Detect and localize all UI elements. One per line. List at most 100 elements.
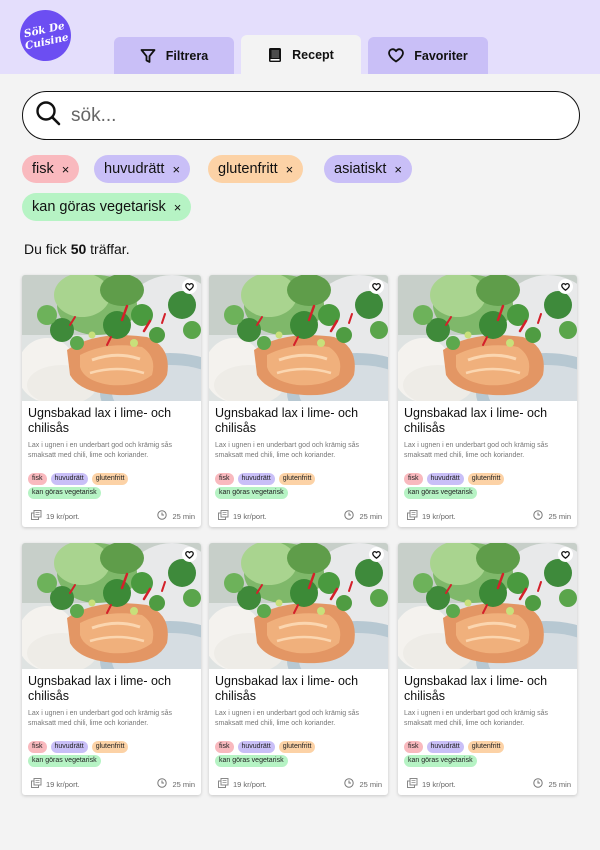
recipe-title[interactable]: Ugnsbakad lax i lime- och chilisås (404, 674, 572, 704)
recipe-card[interactable]: Ugnsbakad lax i lime- och chilisås Lax i… (22, 543, 201, 795)
favorite-heart-icon[interactable] (182, 547, 197, 562)
clock-icon (344, 510, 355, 522)
logo[interactable]: Sök De Cuisine (15, 5, 76, 66)
tag-vegetarisk: kan göras vegetarisk (215, 755, 288, 767)
recipe-image (398, 275, 577, 401)
tag-vegetarisk: kan göras vegetarisk (404, 487, 477, 499)
recipe-price: 19 kr/port. (218, 510, 267, 522)
header-bar: Sök De Cuisine Filtrera Recept Favoriter (0, 0, 600, 74)
recipe-tags-row-2: kan göras vegetarisk (215, 755, 288, 767)
tab-recipes[interactable]: Recept (241, 35, 361, 74)
recipe-title[interactable]: Ugnsbakad lax i lime- och chilisås (28, 674, 196, 704)
recipe-tags: fisk huvudrätt glutenfritt (28, 473, 129, 485)
price-icon (31, 510, 42, 522)
recipe-price-text: 19 kr/port. (46, 511, 80, 521)
tab-favorites[interactable]: Favoriter (368, 37, 488, 74)
recipe-card[interactable]: Ugnsbakad lax i lime- och chilisås Lax i… (209, 543, 388, 795)
tag-huvudratt: huvudrätt (50, 473, 88, 485)
search-bar (22, 91, 580, 140)
recipe-card[interactable]: Ugnsbakad lax i lime- och chilisås Lax i… (398, 543, 577, 795)
recipe-time: 25 min (533, 510, 571, 522)
remove-filter-icon[interactable]: × (394, 162, 402, 177)
favorite-heart-icon[interactable] (369, 547, 384, 562)
recipe-meta: 19 kr/port. 25 min (407, 510, 571, 522)
recipe-card[interactable]: Ugnsbakad lax i lime- och chilisås Lax i… (209, 275, 388, 527)
recipe-time-text: 25 min (172, 511, 195, 521)
result-number: 50 (70, 241, 87, 257)
tag-fisk: fisk (215, 741, 234, 753)
result-prefix: Du fick (24, 241, 67, 257)
recipe-description: Lax i ugnen i en underbart god och krämi… (404, 710, 548, 727)
tag-vegetarisk: kan göras vegetarisk (28, 487, 101, 499)
filter-icon (140, 48, 156, 64)
tag-vegetarisk: kan göras vegetarisk (215, 487, 288, 499)
search-input[interactable] (71, 104, 551, 127)
recipe-time: 25 min (157, 510, 195, 522)
favorite-heart-icon[interactable] (558, 279, 573, 294)
tag-vegetarisk: kan göras vegetarisk (28, 755, 101, 767)
search-icon[interactable] (23, 100, 61, 131)
recipe-image (22, 543, 201, 669)
remove-filter-icon[interactable]: × (286, 162, 294, 177)
tag-glutenfritt: glutenfritt (467, 741, 505, 753)
clock-icon (344, 778, 355, 790)
recipe-image (209, 543, 388, 669)
result-count: Du fick 50 träffar. (24, 241, 130, 257)
recipe-title[interactable]: Ugnsbakad lax i lime- och chilisås (215, 406, 383, 436)
recipe-time: 25 min (344, 510, 382, 522)
tab-filter-label: Filtrera (165, 48, 209, 63)
recipe-title[interactable]: Ugnsbakad lax i lime- och chilisås (404, 406, 572, 436)
price-icon (407, 510, 418, 522)
recipe-price: 19 kr/port. (407, 510, 456, 522)
recipe-tags: fisk huvudrätt glutenfritt (404, 473, 505, 485)
recipe-meta: 19 kr/port. 25 min (218, 510, 382, 522)
clock-icon (157, 510, 168, 522)
recipe-image (22, 275, 201, 401)
filter-chip-label: asiatiskt (334, 161, 387, 177)
favorite-heart-icon[interactable] (369, 279, 384, 294)
recipe-card[interactable]: Ugnsbakad lax i lime- och chilisås Lax i… (22, 275, 201, 527)
recipe-meta: 19 kr/port. 25 min (31, 510, 195, 522)
recipe-title[interactable]: Ugnsbakad lax i lime- och chilisås (215, 674, 383, 704)
clock-icon (533, 510, 544, 522)
clock-icon (533, 778, 544, 790)
tag-fisk: fisk (404, 473, 423, 485)
recipe-time-text: 25 min (172, 779, 195, 789)
recipe-time-text: 25 min (548, 779, 571, 789)
recipe-title[interactable]: Ugnsbakad lax i lime- och chilisås (28, 406, 196, 436)
recipe-image (209, 275, 388, 401)
price-icon (31, 778, 42, 790)
recipe-description: Lax i ugnen i en underbart god och krämi… (215, 442, 359, 459)
recipe-time-text: 25 min (359, 511, 382, 521)
price-icon (407, 778, 418, 790)
filter-chip-asiatiskt: asiatiskt × (324, 155, 412, 183)
recipe-tags: fisk huvudrätt glutenfritt (215, 473, 316, 485)
price-icon (218, 510, 229, 522)
remove-filter-icon[interactable]: × (174, 200, 182, 215)
tab-filter[interactable]: Filtrera (114, 37, 234, 74)
filter-chip-label: kan göras vegetarisk (32, 199, 166, 215)
recipe-tags: fisk huvudrätt glutenfritt (28, 741, 129, 753)
favorite-heart-icon[interactable] (558, 547, 573, 562)
recipe-meta: 19 kr/port. 25 min (407, 778, 571, 790)
recipe-description: Lax i ugnen i en underbart god och krämi… (28, 710, 172, 727)
filter-chip-label: huvudrätt (104, 161, 165, 177)
recipe-tags-row-2: kan göras vegetarisk (215, 487, 288, 499)
recipe-price: 19 kr/port. (31, 778, 80, 790)
result-suffix: träffar. (90, 241, 130, 257)
filter-chip-glutenfritt: glutenfritt × (208, 155, 304, 183)
filter-chip-fisk: fisk × (22, 155, 80, 183)
recipe-time-text: 25 min (359, 779, 382, 789)
recipe-time-text: 25 min (548, 511, 571, 521)
recipe-price: 19 kr/port. (407, 778, 456, 790)
remove-filter-icon[interactable]: × (172, 162, 180, 177)
recipe-card[interactable]: Ugnsbakad lax i lime- och chilisås Lax i… (398, 275, 577, 527)
remove-filter-icon[interactable]: × (62, 162, 70, 177)
filter-chip-label: glutenfritt (218, 161, 278, 177)
book-icon (268, 47, 282, 63)
clock-icon (157, 778, 168, 790)
recipe-tags: fisk huvudrätt glutenfritt (404, 741, 505, 753)
tag-fisk: fisk (28, 473, 47, 485)
favorite-heart-icon[interactable] (182, 279, 197, 294)
recipe-time: 25 min (344, 778, 382, 790)
